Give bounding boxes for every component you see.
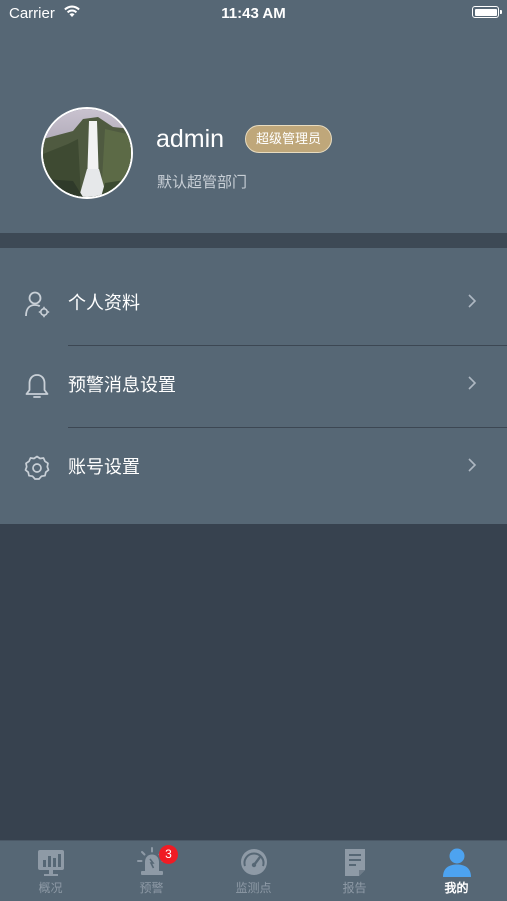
tab-mine[interactable]: 我的: [406, 841, 507, 901]
tab-overview[interactable]: 概况: [0, 841, 101, 901]
profile-header: admin 超级管理员 默认超管部门: [0, 0, 507, 233]
menu-item-account-settings[interactable]: 账号设置: [0, 427, 507, 509]
settings-menu: 个人资料 预警消息设置 账号设置: [0, 248, 507, 524]
menu-item-label: 个人资料: [68, 293, 140, 314]
avatar[interactable]: [41, 107, 133, 199]
menu-item-profile[interactable]: 个人资料: [0, 263, 507, 345]
tab-label: 报告: [342, 881, 367, 895]
menu-item-alert-settings[interactable]: 预警消息设置: [0, 345, 507, 427]
chart-icon: [38, 850, 64, 876]
clock: 11:43 AM: [221, 5, 286, 22]
report-icon: [345, 849, 365, 876]
user-settings-icon: [25, 291, 50, 318]
gauge-icon: [241, 849, 267, 875]
menu-item-label: 预警消息设置: [68, 375, 176, 396]
menu-item-label: 账号设置: [68, 457, 140, 478]
person-icon: [443, 848, 471, 877]
chevron-right-icon: [468, 376, 477, 390]
role-badge: 超级管理员: [245, 125, 333, 153]
tab-label: 预警: [139, 881, 164, 895]
tab-label: 我的: [444, 881, 469, 895]
status-bar: Carrier 11:43 AM: [0, 0, 507, 30]
tab-alerts[interactable]: 3 预警: [101, 841, 202, 901]
tab-monitoring-points[interactable]: 监测点: [203, 841, 304, 901]
tab-reports[interactable]: 报告: [304, 841, 405, 901]
chevron-right-icon: [468, 458, 477, 472]
section-divider: [0, 233, 507, 248]
chevron-right-icon: [468, 294, 477, 308]
bell-icon: [25, 374, 49, 398]
tab-bar: 概况 3 预警 监测点 报告 我的: [0, 840, 507, 901]
gear-icon: [24, 455, 50, 480]
tab-label: 监测点: [235, 881, 272, 895]
tab-label: 概况: [38, 881, 63, 895]
notification-badge: 3: [159, 845, 178, 864]
department-label: 默认超管部门: [157, 173, 248, 191]
username: admin: [156, 125, 225, 153]
battery-icon: [472, 6, 502, 18]
